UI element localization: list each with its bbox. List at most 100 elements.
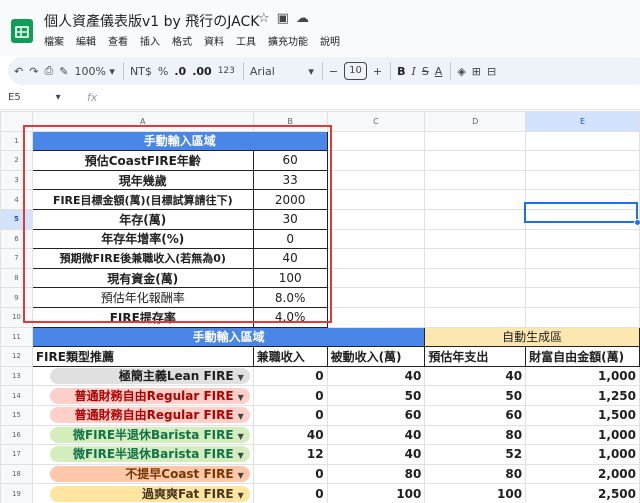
menu-edit[interactable]: 編輯 — [76, 33, 96, 48]
annual-spend-cell[interactable]: 80 — [424, 424, 527, 446]
row-header[interactable]: 16 — [0, 424, 33, 446]
column-title-target[interactable]: 財富自由金額(萬) — [525, 346, 640, 367]
cell[interactable] — [525, 169, 640, 191]
annual-spend-cell[interactable]: 52 — [424, 444, 527, 465]
cell[interactable] — [424, 267, 527, 289]
fire-type-cell[interactable]: 微FIRE半退休Barista FIRE ▼ — [31, 444, 254, 465]
row-header[interactable]: 13 — [0, 365, 33, 387]
font-size-increase-button[interactable]: + — [373, 60, 382, 82]
fire-target-cell[interactable]: 1,000 — [525, 424, 640, 446]
cell[interactable] — [424, 189, 527, 210]
annual-spend-cell[interactable]: 80 — [424, 463, 527, 485]
column-title-spend[interactable]: 預估年支出 — [424, 346, 527, 367]
column-title-part-time[interactable]: 兼職收入 — [252, 346, 328, 367]
cell[interactable] — [424, 248, 527, 269]
cell[interactable] — [326, 306, 426, 328]
menu-help[interactable]: 說明 — [320, 33, 340, 48]
manual-section-header[interactable]: 手動輸入區域 — [31, 326, 426, 348]
fire-type-dropdown[interactable]: 微FIRE半退休Barista FIRE ▼ — [49, 426, 250, 443]
row-header[interactable]: 17 — [0, 444, 33, 465]
cell[interactable] — [525, 228, 640, 250]
bold-button[interactable]: B — [397, 60, 405, 82]
increase-decimal-button[interactable]: .00 — [192, 60, 212, 82]
fill-handle[interactable] — [634, 219, 640, 226]
print-icon[interactable]: ⎙ — [44, 60, 53, 82]
cell[interactable] — [424, 169, 527, 191]
name-box[interactable]: E5 ▾ — [8, 92, 61, 103]
column-title-passive[interactable]: 被動收入(萬) — [326, 346, 426, 367]
fire-type-cell[interactable]: 普通財務自由Regular FIRE ▼ — [31, 404, 254, 426]
cell[interactable] — [326, 267, 426, 289]
percent-format-button[interactable]: % — [158, 60, 168, 82]
row-header[interactable]: 19 — [0, 483, 33, 503]
cell[interactable] — [424, 228, 527, 250]
fire-type-dropdown[interactable]: 過爽爽Fat FIRE ▼ — [49, 485, 250, 502]
fire-type-cell[interactable]: 過爽爽Fat FIRE ▼ — [31, 483, 254, 503]
menu-view[interactable]: 查看 — [108, 33, 128, 48]
row-header[interactable]: 18 — [0, 463, 33, 485]
sheet-grid[interactable]: A B C D E 1 手動輸入區域 2 預估CoastFIRE年齡 60 3 … — [0, 111, 640, 503]
fire-target-cell[interactable]: 1,250 — [525, 385, 640, 406]
fire-target-cell[interactable]: 1,000 — [525, 444, 640, 465]
document-title[interactable]: 個人資產儀表版v1 by 飛行のJACK — [44, 11, 259, 31]
annual-spend-cell[interactable]: 40 — [424, 365, 527, 387]
fire-type-dropdown[interactable]: 普通財務自由Regular FIRE ▼ — [49, 407, 250, 424]
menu-format[interactable]: 格式 — [172, 33, 192, 48]
cell[interactable] — [424, 130, 527, 152]
passive-income-cell[interactable]: 40 — [326, 444, 426, 465]
fire-target-cell[interactable]: 2,000 — [525, 463, 640, 485]
fire-target-cell[interactable]: 1,000 — [525, 365, 640, 387]
decrease-decimal-button[interactable]: .0 — [174, 60, 186, 82]
cell[interactable] — [424, 306, 527, 328]
part-time-income-cell[interactable]: 0 — [252, 483, 328, 503]
row-header[interactable]: 11 — [0, 326, 33, 348]
fire-type-dropdown[interactable]: 普通財務自由Regular FIRE ▼ — [49, 387, 250, 404]
italic-button[interactable]: I — [411, 60, 415, 82]
star-icon[interactable]: ☆ — [258, 11, 270, 26]
menu-tools[interactable]: 工具 — [236, 33, 256, 48]
strikethrough-button[interactable]: S — [422, 60, 429, 82]
fire-type-cell[interactable]: 極簡主義Lean FIRE ▼ — [31, 365, 254, 387]
passive-income-cell[interactable]: 100 — [326, 483, 426, 503]
row-header[interactable]: 12 — [0, 346, 33, 367]
row-header[interactable]: 14 — [0, 385, 33, 406]
cell[interactable] — [525, 248, 640, 269]
cell[interactable] — [525, 306, 640, 328]
annual-spend-cell[interactable]: 100 — [424, 483, 527, 503]
paint-format-icon[interactable]: ✎ — [59, 60, 68, 82]
passive-income-cell[interactable]: 60 — [326, 404, 426, 426]
cell[interactable] — [424, 287, 527, 308]
menu-file[interactable]: 檔案 — [44, 33, 64, 48]
cell[interactable] — [525, 130, 640, 152]
cell[interactable] — [525, 150, 640, 171]
font-select[interactable]: Arial ▾ — [250, 60, 314, 82]
font-size-field[interactable]: 10 — [344, 60, 367, 82]
part-time-income-cell[interactable]: 0 — [252, 463, 328, 485]
fill-color-icon[interactable]: ◈ — [457, 60, 465, 82]
fire-type-dropdown[interactable]: 極簡主義Lean FIRE ▼ — [49, 368, 250, 385]
cell[interactable] — [326, 189, 426, 210]
zoom-select[interactable]: 100% ▾ — [74, 60, 114, 82]
fire-type-dropdown[interactable]: 不提早Coast FIRE ▼ — [49, 465, 250, 482]
auto-section-header[interactable]: 自動生成區 — [424, 326, 640, 348]
fire-type-cell[interactable]: 微FIRE半退休Barista FIRE ▼ — [31, 424, 254, 446]
undo-icon[interactable]: ↶ — [14, 60, 23, 82]
fire-type-cell[interactable]: 不提早Coast FIRE ▼ — [31, 463, 254, 485]
fire-target-cell[interactable]: 2,500 — [525, 483, 640, 503]
cell[interactable] — [326, 228, 426, 250]
row-header[interactable]: 15 — [0, 404, 33, 426]
menu-extensions[interactable]: 擴充功能 — [268, 33, 308, 48]
passive-income-cell[interactable]: 40 — [326, 424, 426, 446]
passive-income-cell[interactable]: 50 — [326, 385, 426, 406]
annual-spend-cell[interactable]: 60 — [424, 404, 527, 426]
cell[interactable] — [326, 248, 426, 269]
redo-icon[interactable]: ↷ — [29, 60, 38, 82]
cell[interactable] — [424, 150, 527, 171]
cloud-status-icon[interactable]: ☁ — [296, 11, 309, 26]
part-time-income-cell[interactable]: 12 — [252, 444, 328, 465]
passive-income-cell[interactable]: 80 — [326, 463, 426, 485]
fire-type-dropdown[interactable]: 微FIRE半退休Barista FIRE ▼ — [49, 446, 250, 463]
cell[interactable] — [326, 130, 426, 152]
part-time-income-cell[interactable]: 0 — [252, 365, 328, 387]
cell[interactable] — [326, 169, 426, 191]
